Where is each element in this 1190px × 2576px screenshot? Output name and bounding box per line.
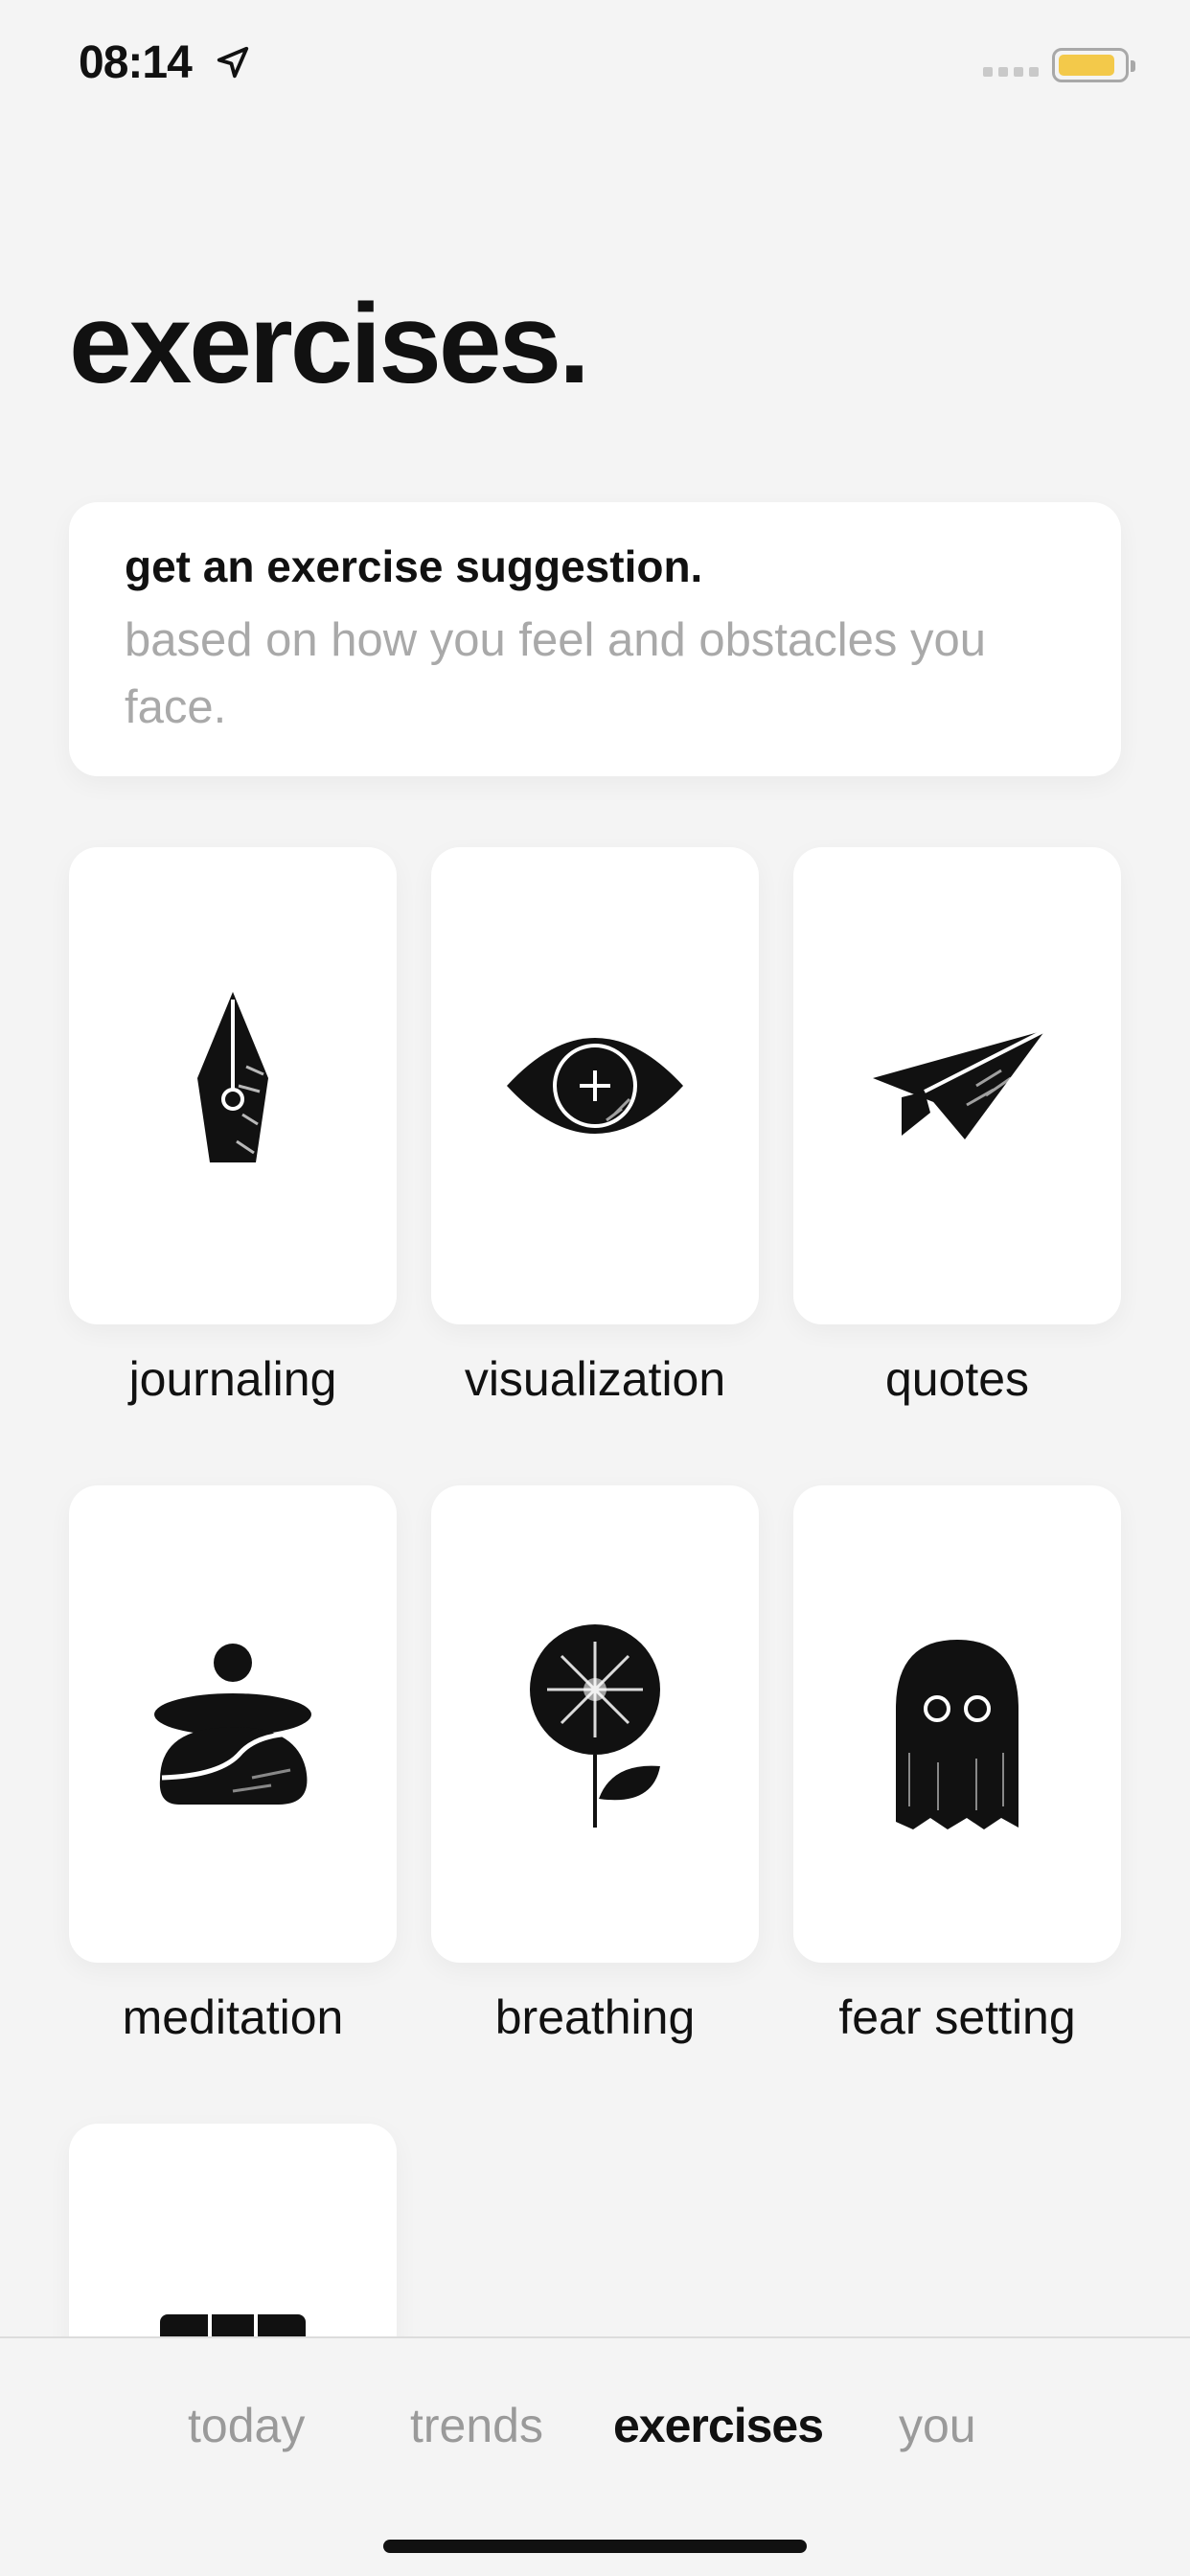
home-indicator[interactable] xyxy=(383,2540,807,2553)
paper-plane-icon xyxy=(873,1028,1046,1139)
tile-label-visualization: visualization xyxy=(464,1352,726,1406)
exercise-tile-visualization[interactable] xyxy=(431,847,759,1324)
tile-label-journaling: journaling xyxy=(128,1352,337,1406)
ghost-icon xyxy=(896,1640,1018,1829)
exercise-tile-journaling[interactable] xyxy=(69,847,397,1324)
exercises-screen: 08:14 exercises. get an exercise suggest… xyxy=(0,0,1190,2576)
tab-you[interactable]: you xyxy=(899,2398,976,2453)
eye-icon xyxy=(507,1038,683,1134)
tab-trends[interactable]: trends xyxy=(410,2398,543,2453)
signal-icon xyxy=(983,67,1039,77)
pen-nib-icon xyxy=(197,992,268,1162)
page-title: exercises. xyxy=(69,281,590,407)
location-arrow-icon xyxy=(217,46,249,79)
tab-exercises[interactable]: exercises xyxy=(613,2398,824,2453)
suggestion-subtitle: based on how you feel and obstacles you … xyxy=(125,613,986,733)
exercise-suggestion-card[interactable]: get an exercise suggestion. based on how… xyxy=(69,502,1121,776)
tile-label-breathing: breathing xyxy=(494,1990,696,2044)
exercise-tile-fear-setting[interactable] xyxy=(793,1485,1121,1963)
tab-today[interactable]: today xyxy=(188,2398,305,2453)
status-bar: 08:14 xyxy=(0,0,1190,134)
tile-label-meditation: meditation xyxy=(122,1990,344,2044)
tile-label-fear-setting: fear setting xyxy=(838,1990,1076,2044)
battery-icon xyxy=(1052,48,1135,82)
tile-label-quotes: quotes xyxy=(884,1352,1030,1406)
suggestion-title: get an exercise suggestion. xyxy=(125,541,703,591)
exercise-tile-meditation[interactable] xyxy=(69,1485,397,1963)
status-time: 08:14 xyxy=(79,37,193,88)
exercise-tile-quotes[interactable] xyxy=(793,847,1121,1324)
tab-bar: today trends exercises you xyxy=(0,2336,1190,2576)
stacked-stones-icon xyxy=(154,1644,311,1805)
exercise-tile-breathing[interactable] xyxy=(431,1485,759,1963)
dandelion-flower-icon xyxy=(530,1624,660,1828)
